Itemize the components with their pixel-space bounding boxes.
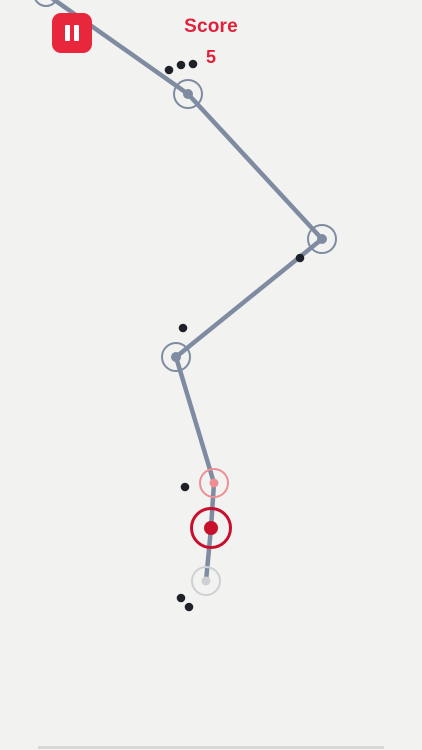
- obstacle-dot: [184, 602, 194, 612]
- path-line: [50, 0, 325, 584]
- score-label: Score: [184, 16, 238, 37]
- path-node: [161, 342, 191, 372]
- path-node: [307, 224, 337, 254]
- obstacle-dot: [176, 593, 186, 603]
- game-board[interactable]: Score 5: [0, 0, 422, 750]
- pause-button[interactable]: [52, 13, 92, 53]
- obstacle-dot: [178, 323, 188, 333]
- pause-icon: [74, 25, 79, 41]
- path-canvas: [34, 0, 337, 612]
- obstacle-dot: [164, 65, 174, 75]
- obstacle-dot: [180, 482, 190, 492]
- path-node: [173, 79, 203, 109]
- obstacle-dot: [295, 253, 305, 263]
- score-value: 5: [205, 47, 216, 67]
- obstacle-dot: [176, 60, 186, 70]
- pause-icon: [65, 25, 70, 41]
- bottom-divider: [38, 746, 384, 749]
